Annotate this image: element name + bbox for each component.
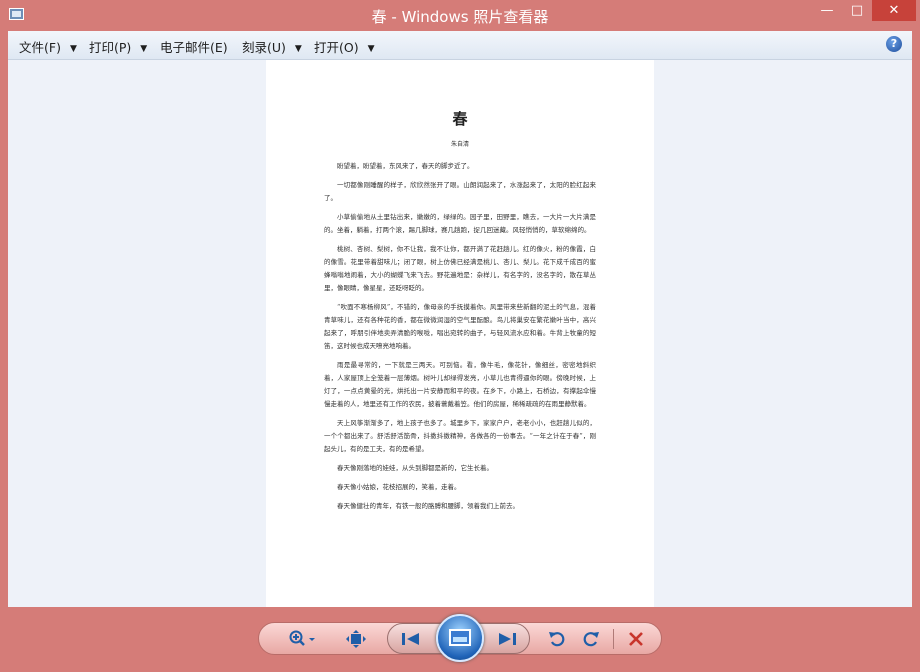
menu-email-label: 电子邮件(E) — [160, 40, 228, 55]
menu-print-label: 打印(P) — [89, 40, 132, 55]
document-paragraph: 雨是最寻常的，一下就是三两天。可别恼。看，像牛毛，像花针，像细丝，密密地斜织着，… — [324, 361, 596, 408]
help-icon[interactable]: ? — [886, 36, 902, 52]
document-author: 朱自清 — [450, 141, 469, 148]
menu-file-label: 文件(F) — [19, 40, 61, 55]
chevron-down-icon: ▼ — [140, 44, 148, 54]
document-paragraph: 天上风筝渐渐多了，地上孩子也多了。城里乡下，家家户户，老老小小，也赶趟儿似的，一… — [324, 419, 596, 453]
document-paragraph: 一切都像刚睡醒的样子，欣欣然张开了眼。山朗润起来了，水涨起来了，太阳的脸红起来了… — [324, 181, 596, 202]
zoom-icon — [289, 630, 315, 646]
menu-print[interactable]: 打印(P) ▼ — [89, 37, 147, 56]
chevron-down-icon: ▼ — [294, 44, 302, 54]
zoom-button[interactable] — [286, 630, 320, 652]
window-title: 春 - Windows 照片查看器 — [371, 8, 549, 26]
document-paragraph: 春天像小姑娘，花枝招展的，笑着，走着。 — [337, 483, 461, 491]
chevron-down-icon: ▼ — [367, 44, 375, 54]
document-paragraph: “吹面不寒杨柳风”，不错的，像母亲的手抚摸着你。风里带来些新翻的泥土的气息，混着… — [324, 303, 596, 350]
minimize-button[interactable]: — — [812, 0, 842, 21]
delete-button[interactable] — [626, 630, 646, 652]
menu-burn[interactable]: 刻录(U) ▼ — [242, 37, 302, 56]
menu-open[interactable]: 打开(O) ▼ — [314, 37, 375, 56]
menu-open-label: 打开(O) — [314, 40, 359, 55]
document-body: 盼望着，盼望着，东风来了，春天的脚步近了。 一切都像刚睡醒的样子，欣欣然张开了眼… — [324, 160, 596, 519]
menu-email[interactable]: 电子邮件(E) — [160, 37, 228, 56]
previous-icon — [402, 633, 419, 645]
document-paragraph: 小草偷偷地从土里钻出来，嫩嫩的，绿绿的。园子里，田野里，瞧去，一大片一大片满是的… — [324, 213, 596, 234]
title-bar: 春 - Windows 照片查看器 — □ ✕ — [0, 0, 920, 31]
document-paragraph: 桃树、杏树、梨树，你不让我，我不让你，都开满了花赶趟儿。红的像火，粉的像霞，白的… — [324, 245, 596, 292]
close-button[interactable]: ✕ — [872, 0, 916, 21]
slideshow-icon — [449, 629, 471, 646]
next-button[interactable] — [496, 631, 524, 647]
delete-icon — [629, 632, 643, 646]
next-icon — [499, 633, 516, 645]
slideshow-button[interactable] — [436, 614, 484, 662]
actual-size-icon — [346, 630, 366, 648]
menu-bar: 文件(F) ▼ 打印(P) ▼ 电子邮件(E) 刻录(U) ▼ 打开(O) ▼ ? — [8, 31, 912, 60]
document-paragraph: 盼望着，盼望着，东风来了，春天的脚步近了。 — [337, 162, 474, 170]
image-viewer-area[interactable]: 春 朱自清 盼望着，盼望着，东风来了，春天的脚步近了。 一切都像刚睡醒的样子，欣… — [8, 60, 912, 607]
playback-control-bar — [0, 608, 920, 672]
previous-button[interactable] — [400, 631, 428, 647]
menu-file[interactable]: 文件(F) ▼ — [19, 37, 77, 56]
document-paragraph: 春天像健壮的青年，有铁一般的胳膊和腰脚，领着我们上前去。 — [337, 502, 519, 510]
rotate-clockwise-button[interactable] — [581, 630, 601, 652]
rotate-counterclockwise-icon — [549, 632, 565, 647]
rotate-clockwise-icon — [583, 632, 599, 647]
rotate-counterclockwise-button[interactable] — [547, 630, 567, 652]
document-paragraph: 春天像刚落地的娃娃，从头到脚都是新的，它生长着。 — [337, 464, 493, 472]
document-title: 春 — [452, 110, 468, 128]
displayed-image: 春 朱自清 盼望着，盼望着，东风来了，春天的脚步近了。 一切都像刚睡醒的样子，欣… — [266, 60, 654, 607]
menu-burn-label: 刻录(U) — [242, 40, 286, 55]
maximize-button[interactable]: □ — [842, 0, 872, 21]
chevron-down-icon: ▼ — [69, 44, 77, 54]
actual-size-button[interactable] — [345, 630, 367, 652]
control-separator — [613, 629, 614, 649]
